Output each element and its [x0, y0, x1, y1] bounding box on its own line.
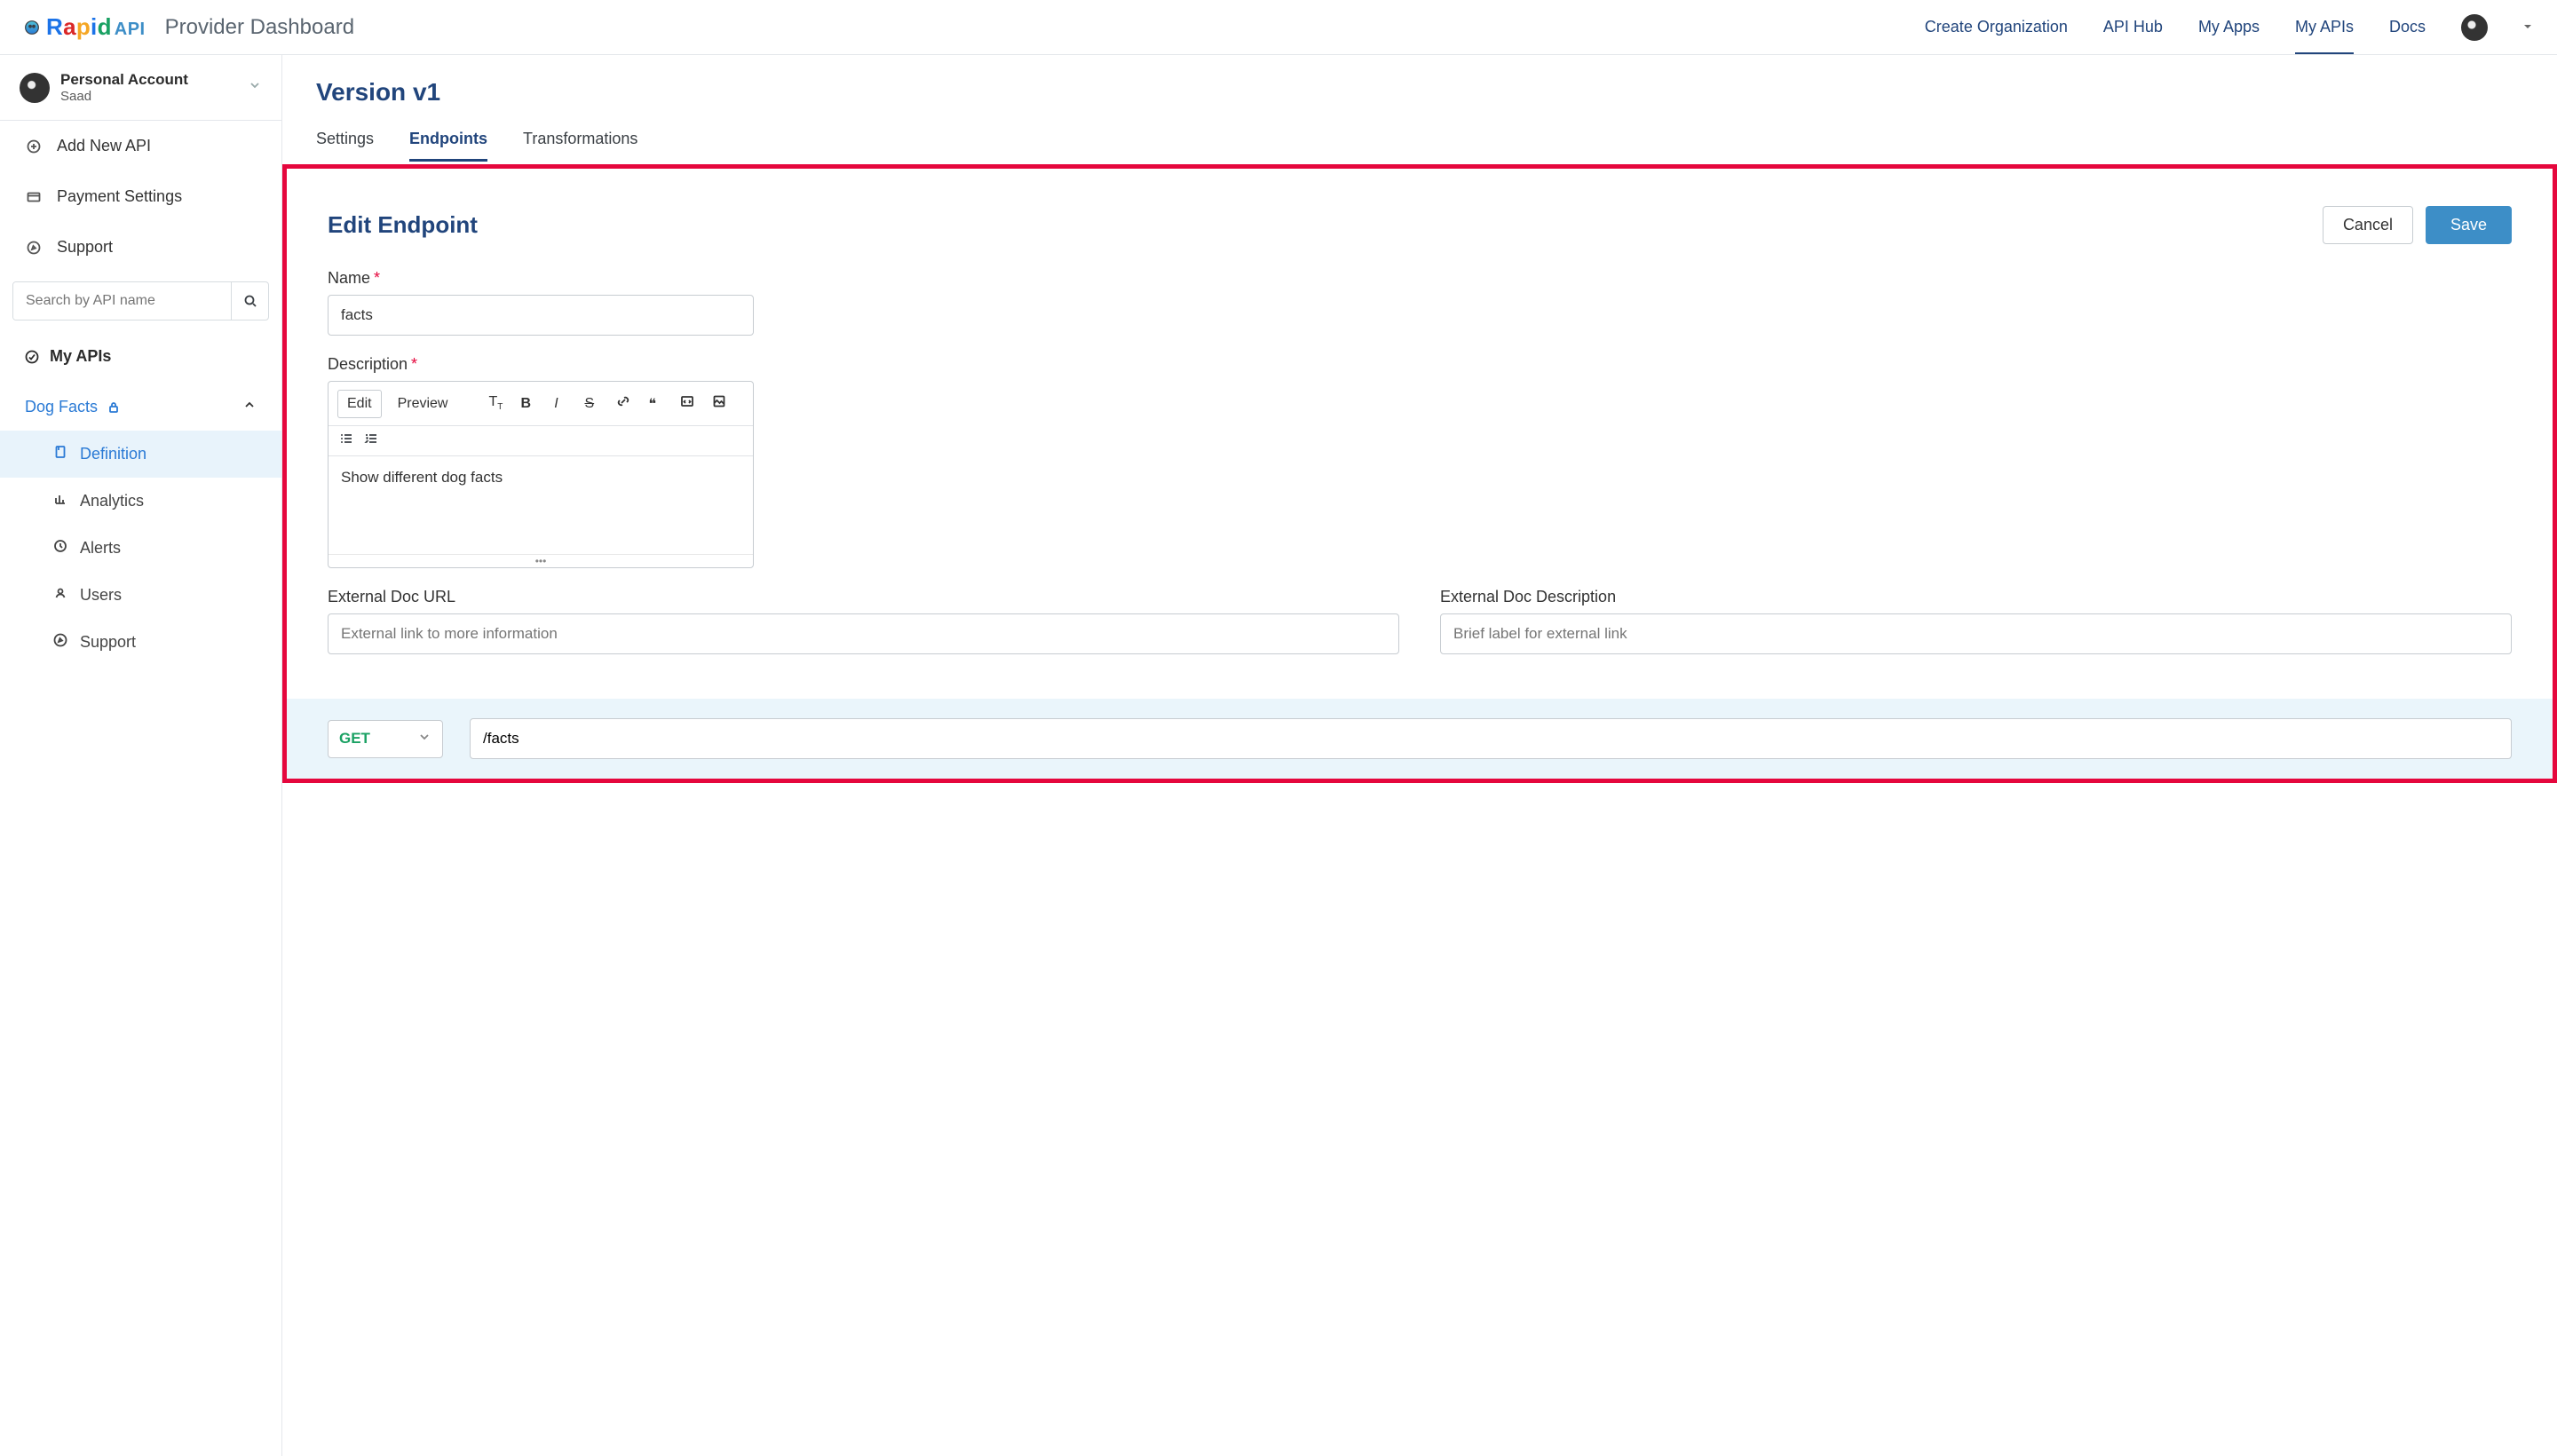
sidebar-search — [12, 281, 269, 320]
ext-url-label: External Doc URL — [328, 588, 1399, 606]
cancel-button[interactable]: Cancel — [2323, 206, 2413, 244]
logo[interactable]: RapidAPI — [25, 13, 146, 41]
subnav-definition[interactable]: Definition — [0, 431, 281, 478]
nav-my-apps[interactable]: My Apps — [2198, 18, 2260, 36]
name-input[interactable] — [328, 295, 754, 336]
tab-transformations[interactable]: Transformations — [523, 130, 637, 162]
main-content: Version v1 Settings Endpoints Transforma… — [282, 55, 2557, 1456]
editor-tab-preview[interactable]: Preview — [389, 391, 457, 417]
editor-tab-edit[interactable]: Edit — [337, 390, 382, 418]
chevron-down-icon — [248, 78, 262, 97]
search-input[interactable] — [13, 282, 231, 320]
description-editor: Edit Preview TT B I S ❝ — [328, 381, 754, 568]
sidebar-add-api-label: Add New API — [57, 137, 151, 155]
italic-icon[interactable]: I — [543, 391, 568, 417]
link-icon[interactable] — [607, 389, 632, 418]
endpoint-path-input[interactable] — [470, 718, 2512, 759]
logo-icon — [25, 20, 39, 35]
edit-endpoint-panel: Edit Endpoint Cancel Save Name* Descript… — [282, 164, 2557, 783]
subnav-support[interactable]: Support — [0, 619, 281, 666]
subnav-users[interactable]: Users — [0, 572, 281, 619]
subnav-alerts[interactable]: Alerts — [0, 525, 281, 572]
sidebar-support-label: Support — [57, 238, 113, 257]
code-icon[interactable] — [671, 389, 696, 418]
chevron-down-icon — [417, 730, 431, 748]
description-textarea[interactable]: Show different dog facts — [329, 456, 753, 554]
sidebar-section-my-apis[interactable]: My APIs — [0, 329, 281, 384]
ext-desc-input[interactable] — [1440, 613, 2512, 654]
app-header: RapidAPI Provider Dashboard Create Organ… — [0, 0, 2557, 55]
user-menu-caret-icon[interactable] — [2523, 20, 2532, 36]
page-tabs: Settings Endpoints Transformations — [282, 107, 2557, 162]
nav-create-organization[interactable]: Create Organization — [1925, 18, 2068, 36]
subnav-label: Definition — [80, 445, 146, 463]
image-icon[interactable] — [703, 389, 728, 418]
check-circle-icon — [25, 350, 39, 364]
clock-icon — [53, 539, 67, 558]
search-button[interactable] — [231, 282, 268, 320]
file-icon — [53, 445, 67, 463]
sidebar-section-label: My APIs — [50, 347, 111, 366]
heading-icon[interactable]: TT — [479, 389, 504, 417]
sidebar-add-api[interactable]: Add New API — [0, 121, 281, 171]
account-user: Saad — [60, 89, 188, 104]
nav-my-apis[interactable]: My APIs — [2295, 18, 2354, 36]
sidebar: Personal Account Saad Add New API Paymen… — [0, 55, 282, 1456]
header-nav: Create Organization API Hub My Apps My A… — [1925, 14, 2532, 41]
strikethrough-icon[interactable]: S — [575, 391, 600, 417]
sidebar-api-dog-facts[interactable]: Dog Facts — [0, 384, 281, 431]
compass-icon — [27, 241, 43, 255]
search-icon — [243, 294, 257, 308]
ordered-list-icon[interactable] — [364, 431, 378, 450]
subnav-label: Alerts — [80, 539, 121, 558]
page-title: Version v1 — [282, 78, 2557, 107]
sidebar-api-subnav: Definition Analytics Alerts Users Suppor… — [0, 431, 281, 666]
account-avatar-icon — [20, 73, 50, 103]
chart-icon — [53, 492, 67, 510]
plus-circle-icon — [27, 139, 43, 154]
user-avatar[interactable] — [2461, 14, 2488, 41]
sidebar-payment-settings[interactable]: Payment Settings — [0, 171, 281, 222]
http-method-select[interactable]: GET — [328, 720, 443, 758]
quote-icon[interactable]: ❝ — [639, 390, 664, 418]
subnav-label: Analytics — [80, 492, 144, 510]
sidebar-payment-label: Payment Settings — [57, 187, 182, 206]
account-name: Personal Account — [60, 71, 188, 89]
tab-endpoints[interactable]: Endpoints — [409, 130, 487, 162]
account-switcher[interactable]: Personal Account Saad — [0, 55, 281, 121]
compass-icon — [53, 633, 67, 652]
lock-icon — [107, 400, 121, 415]
dashboard-title: Provider Dashboard — [165, 15, 354, 40]
ext-desc-label: External Doc Description — [1440, 588, 2512, 606]
subnav-label: Support — [80, 633, 136, 652]
resize-handle-icon[interactable]: ••• — [329, 554, 753, 567]
sidebar-support[interactable]: Support — [0, 222, 281, 273]
sidebar-api-label: Dog Facts — [25, 398, 98, 416]
panel-title: Edit Endpoint — [328, 211, 478, 239]
user-icon — [53, 586, 67, 605]
ext-url-input[interactable] — [328, 613, 1399, 654]
save-button[interactable]: Save — [2426, 206, 2512, 244]
subnav-analytics[interactable]: Analytics — [0, 478, 281, 525]
card-icon — [27, 190, 43, 204]
bold-icon[interactable]: B — [511, 391, 536, 417]
nav-api-hub[interactable]: API Hub — [2103, 18, 2163, 36]
chevron-up-icon — [242, 398, 257, 416]
subnav-label: Users — [80, 586, 122, 605]
http-method-value: GET — [339, 730, 370, 748]
tab-settings[interactable]: Settings — [316, 130, 374, 162]
logo-text: RapidAPI — [46, 13, 146, 41]
description-label: Description* — [328, 355, 2512, 374]
nav-docs[interactable]: Docs — [2389, 18, 2426, 36]
method-path-row: GET — [287, 699, 2553, 779]
name-label: Name* — [328, 269, 2512, 288]
unordered-list-icon[interactable] — [339, 431, 353, 450]
